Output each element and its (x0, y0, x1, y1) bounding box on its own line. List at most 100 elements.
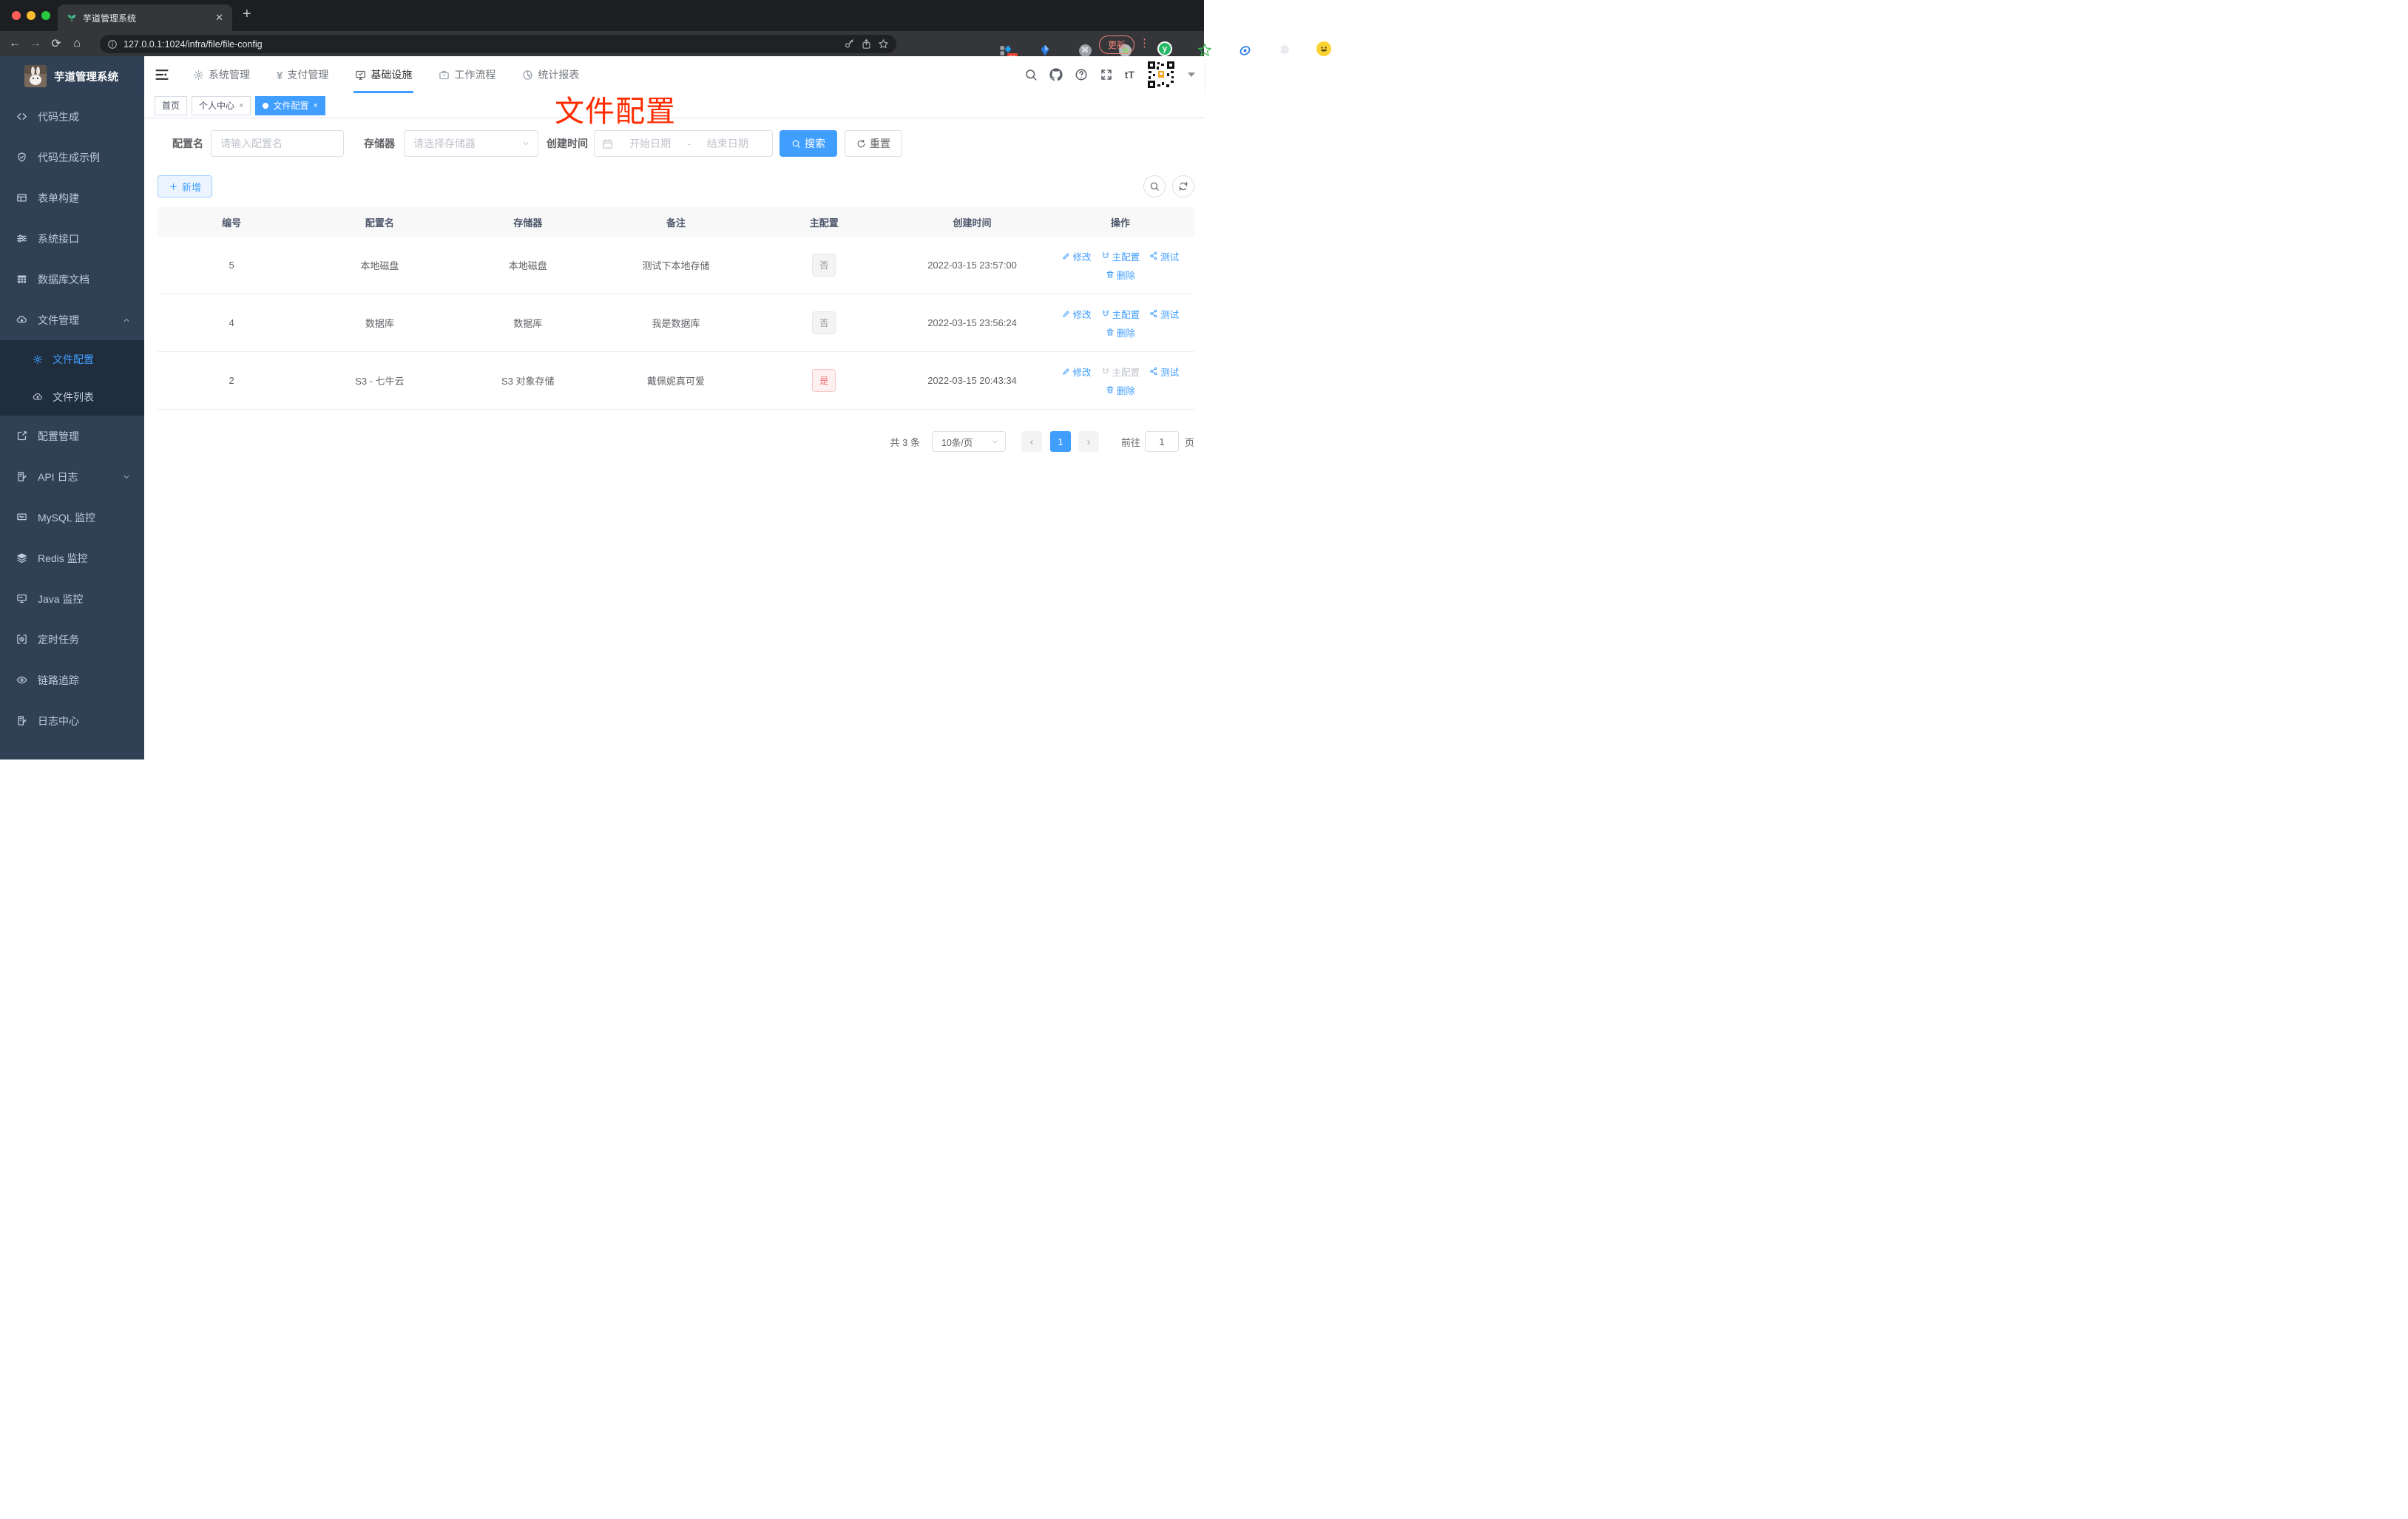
home-button[interactable]: ⌂ (67, 37, 87, 50)
tag-profile[interactable]: 个人中心 × (192, 95, 251, 115)
user-avatar-qr[interactable] (1146, 60, 1176, 89)
extension-yuque-icon[interactable]: y (1155, 41, 1174, 56)
help-icon[interactable] (1075, 68, 1088, 81)
extension-tampermonkey-icon[interactable]: 11 (995, 44, 1018, 62)
sidebar-item-config-management[interactable]: 配置管理 (0, 416, 144, 456)
prev-page-button[interactable]: ‹ (1021, 431, 1042, 452)
name-filter-input[interactable] (211, 130, 344, 157)
sidebar-item-mysql-monitor[interactable]: MySQL 监控 (0, 497, 144, 538)
nav-infrastructure[interactable]: 基础设施 (348, 56, 419, 93)
sidebar-item-system-api[interactable]: 系统接口 (0, 218, 144, 259)
sidebar-item-form-builder[interactable]: 表单构建 (0, 177, 144, 218)
edit-link[interactable]: 修改 (1062, 249, 1092, 263)
storage-filter-select[interactable]: 请选择存储器 (404, 130, 538, 157)
fullscreen-icon[interactable] (1100, 68, 1113, 81)
edit-link[interactable]: 修改 (1062, 365, 1092, 379)
sidebar-item-file-list[interactable]: 文件列表 (0, 378, 144, 416)
search-icon (1150, 182, 1159, 191)
address-bar[interactable]: 127.0.0.1:1024/infra/file/file-config (100, 35, 896, 53)
current-page-button[interactable]: 1 (1049, 431, 1071, 452)
bookmark-star-icon[interactable] (878, 38, 889, 50)
password-key-icon[interactable] (844, 38, 855, 50)
new-tab-button[interactable]: + (243, 6, 251, 23)
tag-home[interactable]: 首页 (155, 95, 188, 115)
reload-button[interactable]: ⟳ (46, 36, 67, 51)
window-minimize-button[interactable] (27, 11, 35, 20)
date-range-input[interactable]: 开始日期 - 结束日期 (594, 130, 773, 157)
eye-icon (16, 676, 27, 684)
edit-link[interactable]: 修改 (1062, 307, 1092, 321)
code-icon (17, 113, 27, 120)
browser-toolbar: ← → ⟳ ⌂ 127.0.0.1:1024/infra/file/file-c… (0, 31, 1331, 62)
nav-payment-management[interactable]: ¥ 支付管理 (269, 56, 336, 93)
extension-kite-icon[interactable] (1035, 44, 1055, 56)
sidebar-item-java-monitor[interactable]: Java 监控 (0, 578, 144, 619)
search-icon[interactable] (1024, 68, 1038, 81)
sidebar-item-db-doc[interactable]: 数据库文档 (0, 259, 144, 300)
master-link[interactable]: 主配置 (1101, 307, 1140, 321)
master-tag: 否 (812, 254, 836, 277)
table-row: 5 本地磁盘 本地磁盘 测试下本地存储 否 2022-03-15 23:57:0… (158, 237, 1194, 294)
extension-star-icon[interactable] (1195, 43, 1214, 56)
url-text[interactable]: 127.0.0.1:1024/infra/file/file-config (124, 39, 838, 50)
sidebar-item-log-center[interactable]: 日志中心 (0, 700, 144, 741)
delete-link[interactable]: 删除 (1106, 325, 1135, 339)
sidebar-item-trace[interactable]: 链路追踪 (0, 660, 144, 700)
date-end-placeholder: 结束日期 (706, 138, 748, 149)
sidebar-item-api-log[interactable]: API 日志 (0, 456, 144, 497)
browser-menu-icon[interactable]: ⋮ (1139, 36, 1151, 50)
font-size-icon[interactable]: tT (1125, 69, 1134, 81)
delete-link[interactable]: 删除 (1106, 268, 1135, 282)
extension-command-icon[interactable]: ⌘ (1075, 44, 1095, 57)
github-icon[interactable] (1049, 68, 1063, 81)
site-info-icon[interactable] (107, 39, 118, 50)
tag-file-config[interactable]: 文件配置 × (255, 95, 325, 115)
tab-close-icon[interactable]: ✕ (215, 12, 223, 24)
extension-eye-icon[interactable] (1235, 44, 1254, 57)
close-icon[interactable]: × (239, 101, 243, 110)
back-button[interactable]: ← (4, 37, 25, 50)
sidebar-item-redis-monitor[interactable]: Redis 监控 (0, 538, 144, 578)
table-search-toggle-button[interactable] (1143, 175, 1166, 197)
sidebar-collapse-icon[interactable] (155, 67, 169, 82)
next-page-button[interactable]: › (1078, 431, 1099, 452)
window-zoom-button[interactable] (41, 11, 50, 20)
browser-tab[interactable]: 芋道管理系统 ✕ (58, 4, 232, 31)
sidebar-item-file-config[interactable]: 文件配置 (0, 340, 144, 378)
search-icon (792, 140, 800, 148)
nav-system-management[interactable]: 系统管理 (186, 56, 257, 93)
sidebar-item-code-example[interactable]: 代码生成示例 (0, 137, 144, 177)
cloud-upload-icon (33, 393, 42, 399)
avatar-caret-icon[interactable] (1188, 72, 1195, 77)
reset-button[interactable]: 重置 (845, 130, 902, 157)
add-button[interactable]: 新增 (158, 175, 213, 197)
forward-button[interactable]: → (25, 37, 46, 50)
master-link-disabled[interactable]: 主配置 (1101, 365, 1140, 379)
monitor-icon (17, 594, 27, 603)
master-link[interactable]: 主配置 (1101, 249, 1140, 263)
delete-link[interactable]: 删除 (1106, 383, 1135, 397)
extensions-puzzle-icon[interactable] (1275, 44, 1294, 56)
share-icon[interactable] (861, 38, 872, 50)
profile-avatar-smiley[interactable] (1314, 41, 1333, 56)
sidebar-item-code-generation[interactable]: 代码生成 (0, 96, 144, 137)
test-link[interactable]: 测试 (1149, 249, 1179, 263)
chrome-update-button[interactable]: 更新 (1099, 35, 1135, 54)
sidebar-logo[interactable]: 芋道管理系统 (0, 56, 144, 96)
search-button[interactable]: 搜索 (779, 130, 837, 157)
close-icon[interactable]: × (313, 101, 317, 110)
sidebar-item-scheduled-task[interactable]: 定时任务 (0, 619, 144, 660)
test-link[interactable]: 测试 (1149, 307, 1179, 321)
page-size-select[interactable]: 10条/页 (931, 431, 1006, 452)
goto-page-input[interactable] (1144, 431, 1179, 452)
share-nodes-icon (1150, 367, 1157, 376)
pagination-total: 共 3 条 (890, 436, 920, 448)
sidebar-item-file-management[interactable]: 文件管理 (0, 300, 144, 340)
trash-icon (1106, 328, 1114, 336)
table-refresh-button[interactable] (1172, 175, 1194, 197)
share-nodes-icon (1150, 251, 1157, 260)
window-close-button[interactable] (12, 11, 21, 20)
table-toolbar (1143, 175, 1194, 197)
test-link[interactable]: 测试 (1149, 365, 1179, 379)
nav-workflow[interactable]: 工作流程 (431, 56, 503, 93)
